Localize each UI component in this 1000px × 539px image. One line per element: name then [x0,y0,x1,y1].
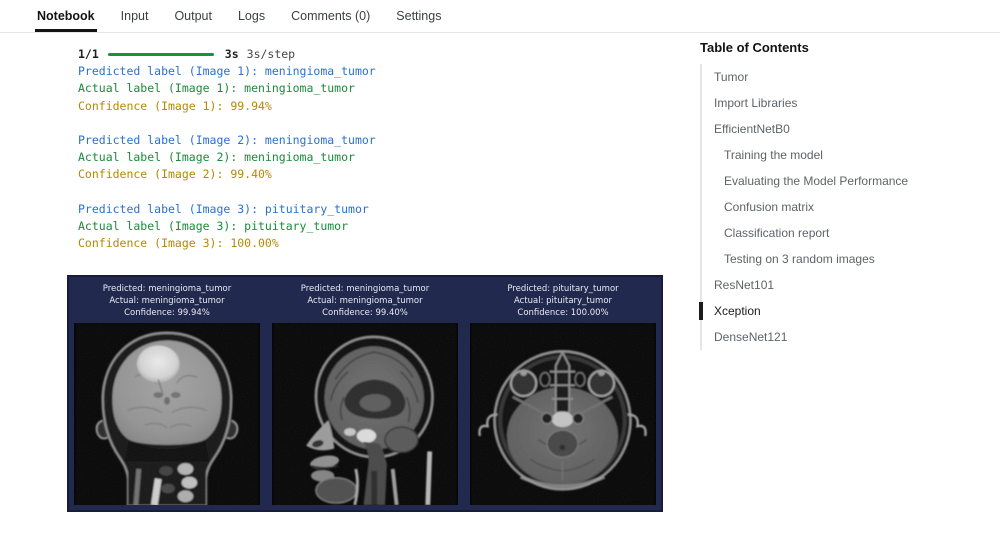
panel-title: Predicted: meningioma_tumor Actual: meni… [74,282,260,323]
kaggle-notebook-viewer: Notebook Input Output Logs Comments (0) … [0,0,1000,539]
toc-item-densenet121[interactable]: DenseNet121 [702,324,992,350]
prediction-block-1: Predicted label (Image 1): meningioma_tu… [78,63,680,115]
predicted-label-line: Predicted label (Image 3): pituitary_tum… [78,201,369,216]
toc-item-classification-report[interactable]: Classification report [702,220,992,246]
tab-input[interactable]: Input [119,0,151,32]
panel-title-confidence: Confidence: 99.94% [124,308,210,319]
toc-item-evaluating-model-performance[interactable]: Evaluating the Model Performance [702,168,992,194]
tab-output[interactable]: Output [172,0,214,32]
tab-comments[interactable]: Comments (0) [289,0,372,32]
confidence-line: Confidence (Image 1): 99.94% [78,98,272,113]
panel-title-confidence: Confidence: 100.00% [517,308,609,319]
toc-item-resnet101[interactable]: ResNet101 [702,272,992,298]
confidence-line: Confidence (Image 2): 99.40% [78,167,272,182]
panel-title-predicted: Predicted: pituitary_tumor [507,283,619,294]
mri-sagittal-image [272,322,458,505]
progress-time: 3s [224,46,239,61]
notebook-tabbar: Notebook Input Output Logs Comments (0) … [0,0,1000,33]
panel-title-actual: Actual: pituitary_tumor [513,295,613,306]
toc-item-xception[interactable]: Xception [699,298,992,324]
tab-notebook[interactable]: Notebook [35,0,97,32]
progress-bar [107,53,214,56]
panel-title-actual: Actual: meningioma_tumor [307,295,423,306]
toc-item-efficientnetb0[interactable]: EfficientNetB0 [702,116,992,142]
toc-item-import-libraries[interactable]: Import Libraries [702,90,992,116]
toc-title: Table of Contents [700,40,809,55]
panel-title: Predicted: pituitary_tumor Actual: pitui… [470,282,656,323]
predicted-label-line: Predicted label (Image 1): meningioma_tu… [78,64,376,78]
tab-settings[interactable]: Settings [394,0,443,32]
confidence-line: Confidence (Image 3): 100.00% [78,236,279,251]
mri-axial-image [470,322,656,505]
progress-steps: 1/1 [78,46,99,61]
keras-progress-row: 1/1 3s 3s/step [78,46,680,63]
prediction-block-3: Predicted label (Image 3): pituitary_tum… [78,201,680,253]
toc-item-tumor[interactable]: Tumor [702,64,992,90]
figure-panel-2: Predicted: meningioma_tumor Actual: meni… [272,282,458,505]
notebook-output-area: 1/1 3s 3s/step Predicted label (Image 1)… [0,40,680,512]
figure-panel-3: Predicted: pituitary_tumor Actual: pitui… [470,282,656,505]
panel-title-predicted: Predicted: meningioma_tumor [102,283,232,294]
actual-label-line: Actual label (Image 2): meningioma_tumor [78,150,355,165]
toc-list: Tumor Import Libraries EfficientNetB0 Tr… [699,64,992,350]
progress-per-step: 3s/step [246,46,296,61]
predicted-label-line: Predicted label (Image 2): meningioma_tu… [78,132,376,147]
toc-item-confusion-matrix[interactable]: Confusion matrix [702,194,992,220]
prediction-block-2: Predicted label (Image 2): meningioma_tu… [78,132,680,184]
panel-title-predicted: Predicted: meningioma_tumor [300,283,430,294]
toc-item-training-the-model[interactable]: Training the model [702,142,992,168]
actual-label-line: Actual label (Image 3): pituitary_tumor [78,219,349,234]
panel-title-confidence: Confidence: 99.40% [322,308,408,319]
mri-coronal-image [74,322,260,505]
panel-title: Predicted: meningioma_tumor Actual: meni… [272,282,458,323]
tab-logs[interactable]: Logs [236,0,267,32]
toc-item-testing-3-random-images[interactable]: Testing on 3 random images [702,246,992,272]
prediction-figure: Predicted: meningioma_tumor Actual: meni… [67,274,663,512]
figure-panel-1: Predicted: meningioma_tumor Actual: meni… [74,282,260,505]
table-of-contents: Table of Contents Tumor Import Libraries… [699,40,992,350]
panel-title-actual: Actual: meningioma_tumor [109,295,225,306]
actual-label-line: Actual label (Image 1): meningioma_tumor [78,81,355,96]
